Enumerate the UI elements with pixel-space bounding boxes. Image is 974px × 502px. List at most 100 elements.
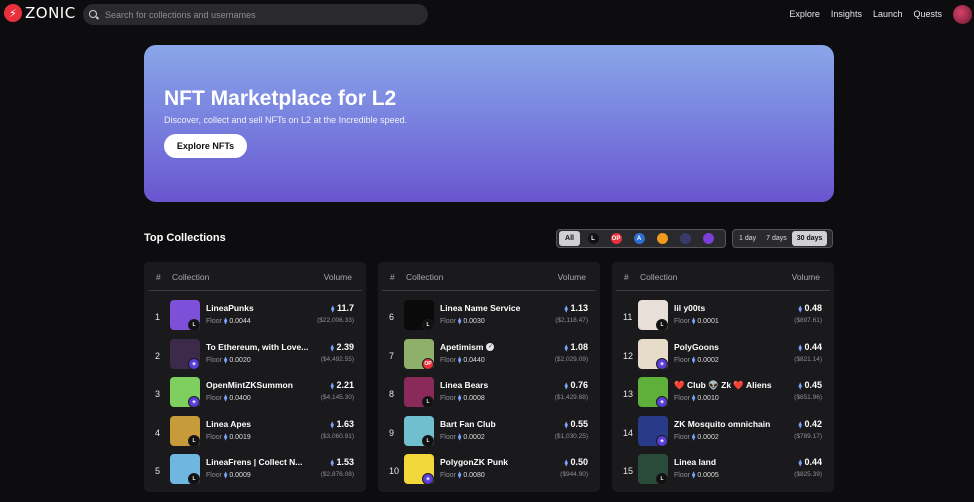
collection-row[interactable]: 3 ◈ OpenMintZKSummon Floor ⧫ 0.0400 ⧫ 2.21 ($…	[144, 377, 366, 415]
optimism-icon: OP	[610, 233, 622, 244]
linea-chain-icon: L	[656, 473, 668, 485]
nav-launch[interactable]: Launch	[873, 9, 903, 19]
chain-filter-all[interactable]: All	[559, 231, 580, 246]
chain-filter-options: L OP A	[583, 231, 718, 246]
collection-rank: 2	[155, 350, 161, 361]
collection-row[interactable]: 8 L Linea Bears Floor ⧫ 0.0008 ⧫ 0.76 ($1,429…	[378, 377, 600, 415]
top-navbar: ⚡ ZONIC Explore Insights Launch Quests	[0, 0, 974, 30]
nav-explore[interactable]: Explore	[789, 9, 820, 19]
collection-row[interactable]: 1 L LineaPunks Floor ⧫ 0.0044 ⧫ 11.7 ($22,006…	[144, 300, 366, 338]
collection-row[interactable]: 11 Llil y00ts Floor ⧫ 0.0001 ⧫ 0.48 ($897.61…	[612, 300, 834, 338]
time-filter-7-days[interactable]: 7 days	[761, 231, 792, 246]
collection-row[interactable]: 10 ◈ PolygonZK Punk Floor ⧫ 0.0080 ⧫ 0.50 ($9…	[378, 454, 600, 492]
collection-name[interactable]: LineaFrens | Collect N...	[206, 457, 302, 467]
verified-icon: ✓	[486, 343, 495, 352]
collection-volume-usd: ($1,429.88)	[554, 394, 588, 401]
collection-name[interactable]: Linea land	[674, 457, 716, 467]
nav-insights[interactable]: Insights	[831, 9, 862, 19]
collection-floor: Floor ⧫ 0.0020	[206, 356, 251, 364]
collection-floor: Floor ⧫ 0.0002	[674, 356, 719, 364]
header-collection[interactable]: Collection	[406, 272, 443, 282]
collection-name[interactable]: Linea Bears	[440, 380, 488, 390]
zonic-bolt-icon: ⚡	[4, 4, 22, 22]
eth-icon: ⧫	[330, 344, 334, 352]
collection-name[interactable]: To Ethereum, with Love...	[206, 342, 308, 352]
zk-chain-icon: ◈	[656, 434, 668, 447]
collection-row[interactable]: 13 ◈ ❤️ Club 👽 Zk ❤️ Aliens Floor ⧫ 0.0010 ⧫…	[612, 377, 834, 415]
collection-volume-usd: ($2,876.08)	[320, 471, 354, 478]
collection-row[interactable]: 9 L Bart Fan Club Floor ⧫ 0.0002 ⧫ 0.55 ($1,0…	[378, 415, 600, 454]
collection-rank: 1	[155, 312, 161, 322]
collection-name[interactable]: ❤️ Club 👽 Zk ❤️ Aliens	[674, 380, 772, 391]
user-avatar[interactable]	[953, 5, 972, 24]
time-filter-30-days[interactable]: 30 days	[791, 231, 828, 246]
collection-volume-usd: ($821.14)	[794, 355, 822, 363]
chain-filter-option[interactable]: OP	[606, 231, 626, 246]
collection-row[interactable]: 14 ◈ ZK Mosquito omnichain Floor ⧫ 0.0002 ⧫ …	[612, 415, 834, 454]
eth-icon: ⧫	[330, 306, 335, 313]
search-bar[interactable]	[83, 4, 428, 25]
linea-chain-icon: L	[188, 319, 200, 331]
collection-name[interactable]: OpenMintZKSummon	[206, 380, 293, 390]
eth-icon: ⧫	[457, 395, 462, 402]
linea-chain-icon: L	[422, 434, 434, 447]
eth-icon: ⧫	[691, 433, 696, 441]
zk-chain-icon: ◈	[188, 357, 200, 370]
header-collection[interactable]: Collection	[172, 272, 209, 282]
eth-icon: ⧫	[691, 472, 696, 479]
brand-logo[interactable]: ⚡ ZONIC	[4, 4, 76, 22]
collection-floor: Floor ⧫ 0.0440	[440, 356, 485, 364]
chain-filter-option[interactable]	[675, 231, 695, 246]
collection-name[interactable]: Bart Fan Club	[440, 419, 496, 429]
collection-rank: 14	[623, 427, 634, 438]
collection-name[interactable]: Apetimism ✓	[440, 342, 495, 352]
chain-filter-option[interactable]: A	[629, 231, 649, 246]
collection-volume: ⧫ 0.44	[798, 341, 822, 352]
collection-row[interactable]: 5 L LineaFrens | Collect N... Floor ⧫ 0.000…	[144, 454, 366, 492]
eth-icon: ⧫	[457, 433, 462, 441]
collection-name[interactable]: lil y00ts	[674, 303, 705, 313]
nav-quests[interactable]: Quests	[913, 9, 942, 19]
eth-icon: ⧫	[223, 356, 228, 364]
collection-row[interactable]: 15 L Linea land Floor ⧫ 0.0005 ⧫ 0.44 ($825.3…	[612, 454, 834, 492]
collection-rank: 3	[155, 389, 161, 399]
collection-row[interactable]: 2 ◈ To Ethereum, with Love... Floor ⧫ 0.002…	[144, 338, 366, 377]
collections-column-3: # Collection Volume 11 Llil y00ts Floor ⧫ 0.0…	[612, 262, 834, 492]
time-filter-1-day[interactable]: 1 day	[734, 231, 761, 246]
collection-row[interactable]: 12 ◈ PolyGoons Floor ⧫ 0.0002 ⧫ 0.44 ($821.14…	[612, 338, 834, 377]
collection-row[interactable]: 7 OP Apetimism ✓ Floor ⧫ 0.0440 ⧫ 1.08 ($2,029…	[378, 338, 600, 377]
header-volume[interactable]: Volume	[324, 272, 352, 282]
header-collection[interactable]: Collection	[640, 272, 677, 282]
chain-filter-option[interactable]: L	[583, 231, 603, 246]
collection-name[interactable]: Linea Name Service	[440, 303, 520, 313]
linea-chain-icon: L	[422, 319, 434, 331]
linea-chain-icon: L	[188, 434, 200, 447]
section-title: Top Collections	[144, 232, 226, 244]
collection-row[interactable]: 4 L Linea Apes Floor ⧫ 0.0019 ⧫ 1.63 ($3,060.…	[144, 415, 366, 454]
collection-rank: 11	[623, 312, 633, 322]
header-rank: #	[624, 272, 629, 282]
zk-chain-icon: ◈	[422, 473, 434, 485]
collection-rank: 8	[389, 389, 395, 399]
search-input[interactable]	[105, 9, 405, 20]
chain-filter-option[interactable]	[698, 231, 718, 246]
collection-volume-usd: ($2,029.09)	[554, 355, 588, 363]
collection-volume-usd: ($4,492.55)	[320, 355, 354, 363]
collection-floor: Floor ⧫ 0.0019	[206, 433, 251, 441]
collection-floor: Floor ⧫ 0.0005	[674, 472, 719, 479]
collections-column-2: # Collection Volume 6 L Linea Name Service Flo…	[378, 262, 600, 492]
collection-volume: ⧫ 0.44	[798, 457, 822, 467]
collection-name[interactable]: PolygonZK Punk	[440, 457, 508, 467]
zk-chain-icon: ◈	[188, 396, 200, 408]
collection-row[interactable]: 6 L Linea Name Service Floor ⧫ 0.0030 ⧫ 1.13…	[378, 300, 600, 338]
collection-rank: 6	[389, 312, 395, 322]
header-volume[interactable]: Volume	[792, 272, 820, 282]
collection-name[interactable]: PolyGoons	[674, 342, 719, 352]
collection-name[interactable]: ZK Mosquito omnichain	[674, 419, 770, 429]
collection-name[interactable]: LineaPunks	[206, 303, 254, 313]
collections-column-1: # Collection Volume 1 L LineaPunks Floor ⧫ 0.0…	[144, 262, 366, 492]
explore-nfts-button[interactable]: Explore NFTs	[164, 134, 247, 158]
chain-filter-option[interactable]	[652, 231, 672, 246]
collection-name[interactable]: Linea Apes	[206, 419, 251, 429]
header-volume[interactable]: Volume	[558, 272, 586, 282]
